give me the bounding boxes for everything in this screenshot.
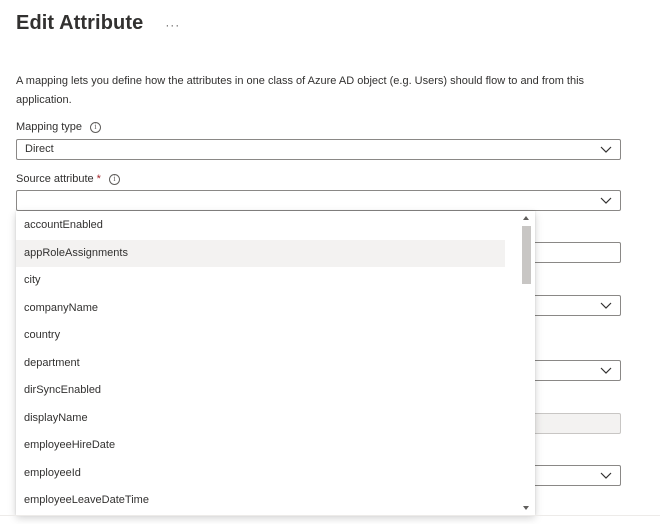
mapping-type-label: Mapping type i: [16, 121, 102, 133]
chevron-down-icon: [600, 146, 612, 153]
info-icon[interactable]: i: [90, 121, 102, 133]
source-attribute-select[interactable]: [16, 190, 621, 211]
dropdown-option[interactable]: department: [16, 350, 505, 378]
mapping-type-value: Direct: [25, 143, 54, 155]
dropdown-option[interactable]: employeeHireDate: [16, 432, 505, 460]
chevron-down-icon: [600, 197, 612, 204]
source-attribute-label-text: Source attribute: [16, 173, 94, 185]
dropdown-scrollbar[interactable]: [518, 211, 535, 515]
mapping-type-select[interactable]: Direct: [16, 139, 621, 160]
source-attribute-dropdown: accountEnabled appRoleAssignments city c…: [16, 211, 535, 515]
scroll-up-arrow-icon[interactable]: [523, 216, 529, 220]
chevron-down-icon: [600, 302, 612, 309]
chevron-down-icon: [600, 367, 612, 374]
dropdown-option[interactable]: companyName: [16, 295, 505, 323]
dropdown-option[interactable]: appRoleAssignments: [16, 239, 505, 267]
divider: [0, 515, 660, 516]
description-text: A mapping lets you define how the attrib…: [16, 75, 585, 106]
dropdown-option[interactable]: city: [16, 267, 505, 295]
dropdown-option[interactable]: accountEnabled: [16, 212, 505, 240]
dropdown-option[interactable]: employeeId: [16, 460, 505, 488]
page-title: Edit Attribute: [16, 12, 144, 34]
scrollbar-thumb[interactable]: [522, 226, 531, 284]
chevron-down-icon: [600, 472, 612, 479]
edit-attribute-panel: Edit Attribute ··· A mapping lets you de…: [0, 0, 660, 524]
dropdown-option[interactable]: country: [16, 322, 505, 350]
dropdown-option[interactable]: displayName: [16, 405, 505, 433]
scroll-down-arrow-icon[interactable]: [523, 506, 529, 510]
panel-header: Edit Attribute ···: [16, 12, 180, 35]
mapping-type-label-text: Mapping type: [16, 121, 83, 133]
dropdown-option[interactable]: employeeLeaveDateTime: [16, 487, 505, 515]
source-attribute-label: Source attribute * i: [16, 173, 120, 185]
required-marker: *: [96, 173, 101, 185]
info-icon[interactable]: i: [108, 173, 120, 185]
dropdown-option[interactable]: dirSyncEnabled: [16, 377, 505, 405]
more-options-button[interactable]: ···: [165, 18, 180, 32]
